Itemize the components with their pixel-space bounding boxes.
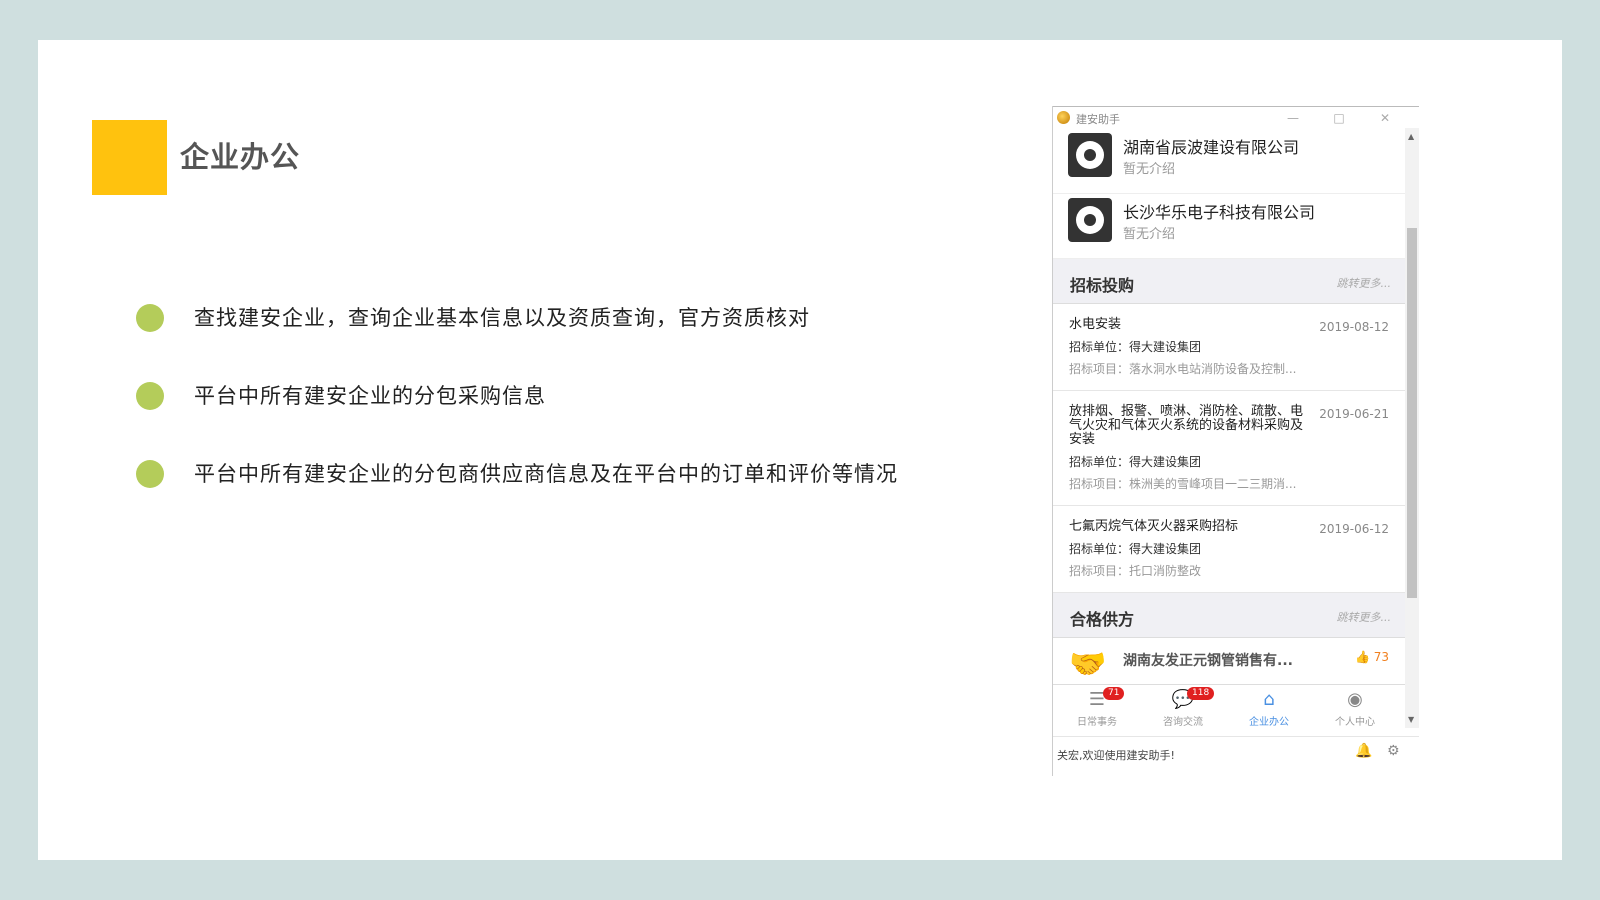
window-titlebar[interactable]: 建安助手 — □ ✕ — [1053, 106, 1419, 129]
title-accent-block — [92, 120, 167, 195]
bid-date: 2019-08-12 — [1319, 320, 1389, 334]
home-icon: ⌂ — [1263, 689, 1275, 710]
scrollbar-thumb[interactable] — [1407, 228, 1417, 598]
thumbs-up-icon: 👍 — [1354, 650, 1370, 664]
close-button[interactable]: ✕ — [1371, 109, 1399, 127]
status-bar: 关宏,欢迎使用建安助手! 🔔 ⚙ — [1053, 736, 1419, 767]
page-title: 企业办公 — [180, 140, 301, 174]
tab-personal-center[interactable]: ◉ 个人中心 — [1315, 689, 1395, 728]
menu-icon: ☰ — [1088, 689, 1106, 710]
app-window: 建安助手 — □ ✕ 湖南省辰波建设有限公司 暂无介绍 长沙华乐电子科技有限公司… — [1052, 106, 1419, 776]
bid-list-item[interactable]: 七氟丙烷气体灭火器采购招标 2019-06-12 招标单位：得大建设集团 招标项… — [1053, 506, 1405, 593]
user-icon: ◉ — [1347, 689, 1363, 710]
tab-enterprise-office[interactable]: ⌂ 企业办公 — [1229, 689, 1309, 728]
supplier-like-count: 73 — [1373, 650, 1389, 664]
bid-title: 水电安装 — [1069, 317, 1122, 332]
bottom-tab-bar: ☰ 日常事务 71 💬 咨询交流 118 ⌂ 企业办公 ◉ 个人中心 — [1053, 684, 1405, 731]
tab-label: 企业办公 — [1249, 717, 1289, 728]
bid-unit: 招标单位：得大建设集团 — [1069, 340, 1202, 354]
supplier-likes: 👍 73 — [1355, 650, 1389, 664]
bidding-section-header: 招标投购 跳转更多... — [1053, 259, 1405, 304]
unread-badge: 118 — [1187, 687, 1215, 700]
bidding-more-link[interactable]: 跳转更多... — [1337, 275, 1392, 291]
app-logo-icon — [1057, 111, 1070, 124]
bell-icon[interactable]: 🔔 — [1355, 743, 1372, 759]
bid-project: 招标项目：株洲美的雪峰项目一二三期消... — [1069, 477, 1297, 491]
supplier-more-link[interactable]: 跳转更多... — [1337, 609, 1392, 625]
supplier-list-item[interactable]: 🤝 湖南友发正元钢管销售有... 👍 73 — [1053, 638, 1405, 684]
bid-list-item[interactable]: 水电安装 2019-08-12 招标单位：得大建设集团 招标项目：落水洞水电站消… — [1053, 304, 1405, 391]
bullet-text: 平台中所有建安企业的分包采购信息 — [194, 384, 546, 408]
tab-daily-affairs[interactable]: ☰ 日常事务 71 — [1057, 687, 1137, 728]
bidding-section-title: 招标投购 — [1070, 276, 1135, 295]
bid-unit: 招标单位：得大建设集团 — [1069, 542, 1202, 556]
company-name: 长沙华乐电子科技有限公司 — [1123, 203, 1316, 222]
bullet-dot — [136, 304, 164, 332]
company-logo-icon — [1068, 198, 1112, 242]
supplier-name: 湖南友发正元钢管销售有... — [1123, 653, 1293, 669]
tab-consult-exchange[interactable]: 💬 咨询交流 118 — [1143, 687, 1223, 728]
supplier-section-title: 合格供方 — [1070, 610, 1135, 629]
company-desc: 暂无介绍 — [1123, 227, 1176, 242]
company-list-item[interactable]: 湖南省辰波建设有限公司 暂无介绍 — [1053, 128, 1405, 194]
bid-unit: 招标单位：得大建设集团 — [1069, 455, 1202, 469]
bid-date: 2019-06-12 — [1319, 522, 1389, 536]
bid-date: 2019-06-21 — [1319, 407, 1389, 421]
supplier-section-header: 合格供方 跳转更多... — [1053, 593, 1405, 638]
bullet-dot — [136, 382, 164, 410]
bid-title: 放排烟、报警、喷淋、消防栓、疏散、电气火灾和气体灭火系统的设备材料采购及安装 — [1069, 404, 1304, 447]
minimize-button[interactable]: — — [1279, 109, 1307, 127]
bid-project: 招标项目：落水洞水电站消防设备及控制... — [1069, 362, 1297, 376]
company-name: 湖南省辰波建设有限公司 — [1123, 138, 1300, 157]
tab-label: 个人中心 — [1335, 717, 1375, 728]
handshake-icon: 🤝 — [1069, 647, 1107, 682]
bullet-dot — [136, 460, 164, 488]
bid-list-item[interactable]: 放排烟、报警、喷淋、消防栓、疏散、电气火灾和气体灭火系统的设备材料采购及安装 2… — [1053, 391, 1405, 506]
bullet-text: 平台中所有建安企业的分包商供应商信息及在平台中的订单和评价等情况 — [194, 462, 898, 486]
vertical-scrollbar[interactable]: ▲ ▼ — [1405, 128, 1419, 728]
home-content: 湖南省辰波建设有限公司 暂无介绍 长沙华乐电子科技有限公司 暂无介绍 招标投购 … — [1053, 128, 1405, 684]
welcome-status-text: 关宏,欢迎使用建安助手! — [1057, 749, 1175, 762]
scroll-down-icon[interactable]: ▼ — [1408, 715, 1414, 724]
settings-icon[interactable]: ⚙ — [1387, 743, 1400, 759]
bullet-text: 查找建安企业，查询企业基本信息以及资质查询，官方资质核对 — [194, 306, 810, 330]
company-logo-icon — [1068, 133, 1112, 177]
unread-badge: 71 — [1103, 687, 1125, 700]
bid-project: 招标项目：托口消防整改 — [1069, 564, 1202, 578]
company-list-item[interactable]: 长沙华乐电子科技有限公司 暂无介绍 — [1053, 193, 1405, 259]
bid-title: 七氟丙烷气体灭火器采购招标 — [1069, 519, 1239, 534]
maximize-button[interactable]: □ — [1325, 109, 1353, 127]
tab-label: 日常事务 — [1077, 717, 1117, 728]
scroll-up-icon[interactable]: ▲ — [1408, 132, 1414, 141]
company-desc: 暂无介绍 — [1123, 162, 1176, 177]
tab-label: 咨询交流 — [1163, 717, 1203, 728]
window-title: 建安助手 — [1076, 113, 1120, 126]
